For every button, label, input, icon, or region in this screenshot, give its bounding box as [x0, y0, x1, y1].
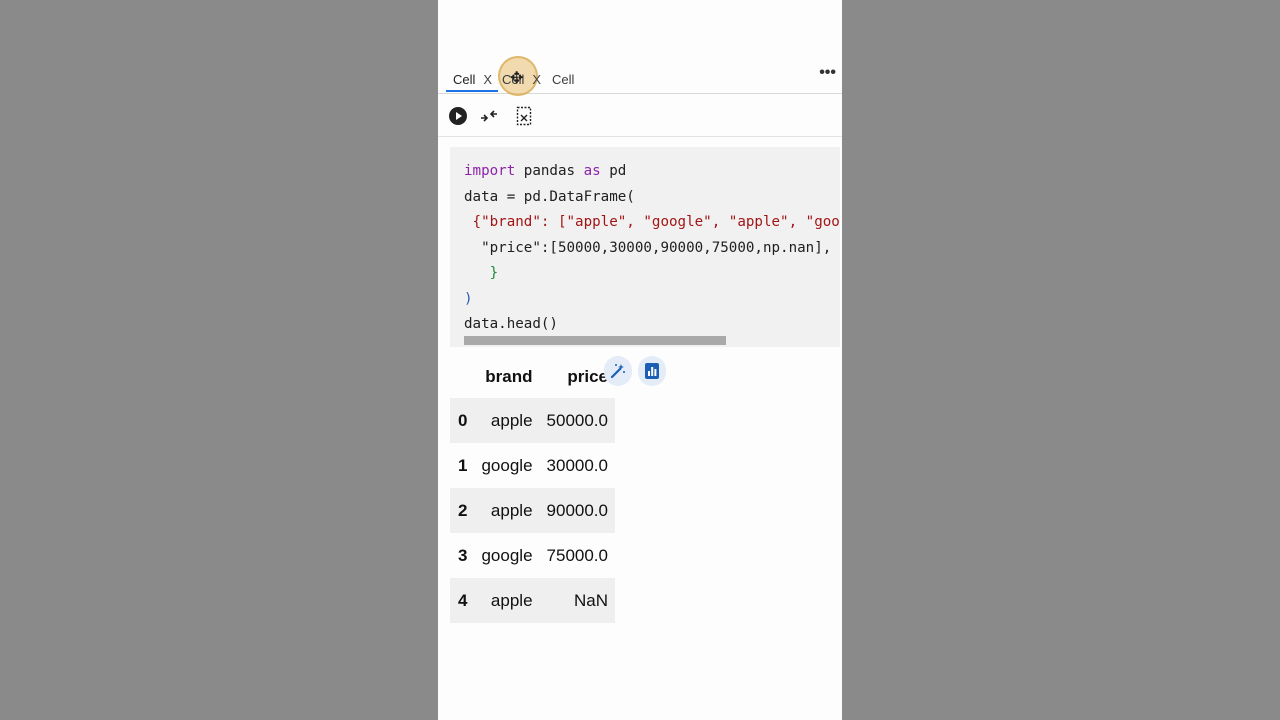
code-token: pandas [515, 163, 584, 179]
code-line: ) [464, 290, 473, 307]
chart-suggestion-button[interactable] [638, 356, 666, 386]
close-icon[interactable]: X [483, 72, 492, 87]
output-table: brand price 0 apple 50000.0 1 google 300… [450, 356, 615, 623]
table-row: 4 apple NaN [450, 578, 615, 623]
close-icon[interactable]: X [532, 72, 541, 87]
cell-toolbar [438, 94, 842, 137]
clear-output-icon [516, 106, 532, 126]
tab-label: Cell [453, 71, 476, 87]
code-cell[interactable]: import pandas as pd data = pd.DataFrame(… [450, 147, 840, 347]
code-editor[interactable]: import pandas as pd data = pd.DataFrame(… [464, 159, 840, 338]
table-row: 3 google 75000.0 [450, 533, 615, 578]
table-cell: apple [474, 398, 540, 443]
table-header-row: brand price [450, 356, 615, 398]
table-cell: 90000.0 [539, 488, 615, 533]
code-line: "price":[50000,30000,90000,75000,np.nan]… [481, 239, 832, 256]
active-tab-indicator [446, 90, 498, 92]
table-cell: 50000.0 [539, 398, 615, 443]
code-line: {"brand": ["apple", "google", "apple", "… [472, 214, 840, 230]
horizontal-scrollbar[interactable] [464, 336, 726, 345]
column-header [450, 356, 474, 398]
table-row: 2 apple 90000.0 [450, 488, 615, 533]
table-cell: NaN [539, 578, 615, 623]
code-token: as [583, 163, 601, 179]
chart-icon [645, 363, 659, 379]
code-token: import [464, 163, 516, 179]
tab-bar: Cell X Cell X ✥ Cell ••• [438, 56, 842, 96]
clear-output-button[interactable] [513, 105, 535, 127]
code-line: data = pd.DataFrame( [464, 188, 635, 205]
table-row: 0 apple 50000.0 [450, 398, 615, 443]
notebook-panel: Cell X Cell X ✥ Cell ••• import pandas a… [438, 0, 842, 720]
code-line: } [489, 265, 499, 281]
table-row: 1 google 30000.0 [450, 443, 615, 488]
collapse-arrows-icon [481, 110, 497, 122]
table-cell: google [481, 545, 533, 565]
play-icon [449, 107, 467, 125]
row-index: 1 [458, 455, 468, 475]
magic-wand-icon [610, 364, 625, 379]
table-cell: 75000.0 [546, 545, 608, 565]
tab-cell-1[interactable]: Cell X [453, 66, 492, 92]
move-cursor-icon: ✥ [510, 70, 524, 87]
run-button[interactable] [447, 105, 469, 127]
row-index: 4 [450, 578, 475, 623]
table-cell: apple [474, 578, 540, 623]
table-cell: apple [474, 488, 540, 533]
column-header: price [567, 367, 608, 386]
table-cell: google [481, 455, 533, 475]
tab-cell-3[interactable]: Cell [552, 66, 574, 92]
column-header: brand [485, 367, 533, 386]
row-index: 3 [458, 545, 468, 565]
collapse-button[interactable] [478, 105, 500, 127]
code-token: pd [600, 163, 627, 179]
tab-label: Cell [552, 71, 575, 87]
suggest-magic-button[interactable] [604, 356, 632, 386]
row-index: 2 [450, 488, 475, 533]
table-cell: 30000.0 [546, 455, 608, 475]
code-line: data.head() [464, 316, 558, 332]
row-index: 0 [450, 398, 475, 443]
more-options-icon[interactable]: ••• [819, 64, 836, 82]
